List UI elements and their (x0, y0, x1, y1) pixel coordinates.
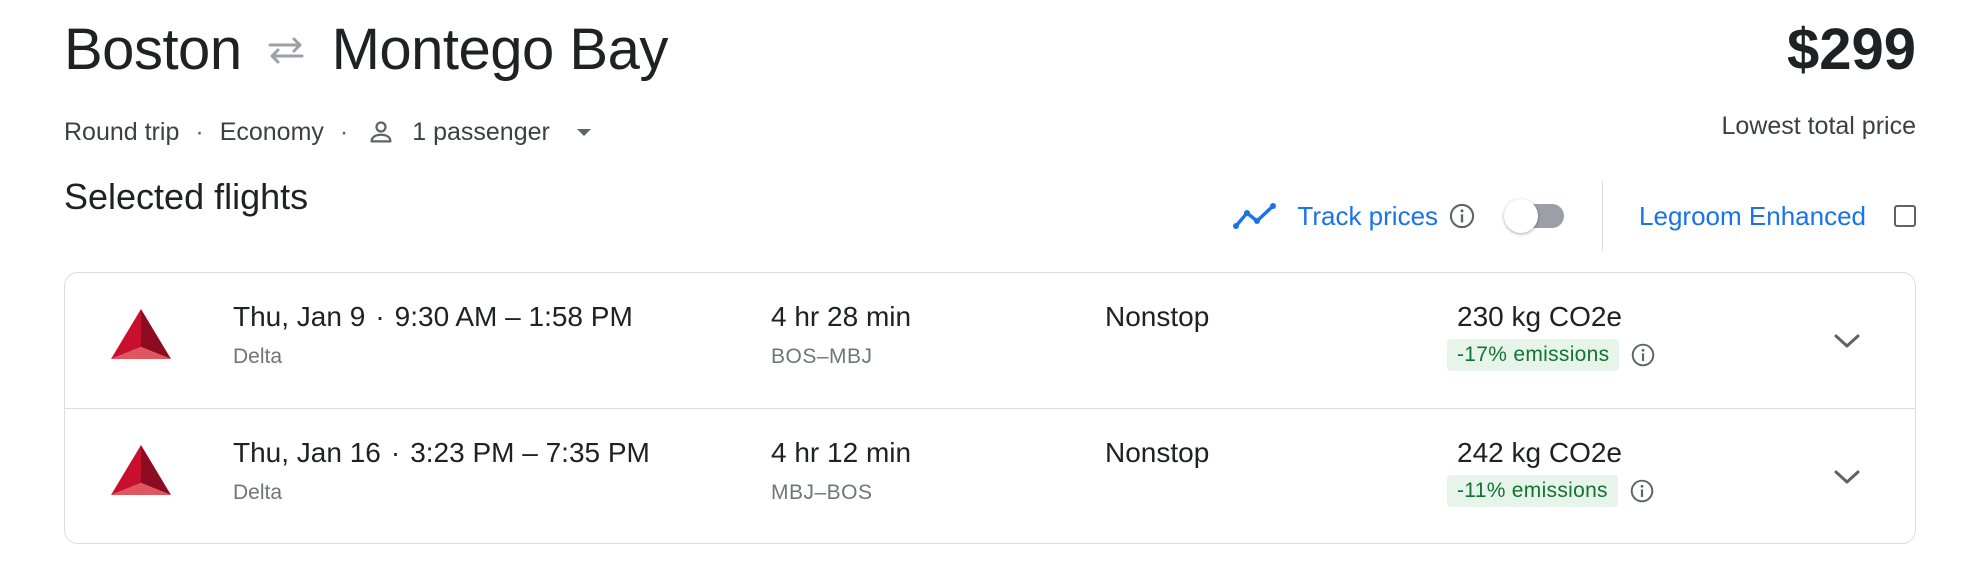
date-time: Thu, Jan 16 · 3:23 PM – 7:35 PM (233, 437, 650, 469)
chevron-down-icon[interactable] (1827, 457, 1867, 497)
separator-dot: · (339, 117, 349, 146)
co2-value: 242 kg CO2e (1457, 437, 1622, 468)
info-icon[interactable] (1628, 477, 1656, 505)
separator-dot: · (195, 117, 204, 146)
airport-codes: MBJ–BOS (771, 481, 873, 504)
route-title: Boston Montego Bay (64, 14, 668, 86)
flight-date: Thu, Jan 9 (233, 301, 366, 332)
caret-down-icon[interactable] (570, 118, 598, 146)
info-icon[interactable] (1448, 202, 1476, 230)
price-label: Lowest total price (1721, 112, 1916, 140)
flight-row-return[interactable]: Thu, Jan 16 · 3:23 PM – 7:35 PM Delta 4 hr… (65, 408, 1915, 543)
section-title: Selected flights (64, 176, 309, 217)
legroom-enhanced-label[interactable]: Legroom Enhanced (1639, 201, 1866, 232)
selected-flights-list: Thu, Jan 9 · 9:30 AM – 1:58 PM Delta 4 hr … (64, 272, 1916, 544)
airport-codes: BOS–MBJ (771, 345, 873, 368)
flight-date: Thu, Jan 16 (233, 437, 381, 468)
cabin-class: Economy (219, 117, 324, 146)
delta-logo (111, 445, 171, 495)
airline-name: Delta (233, 345, 283, 368)
track-prices-label[interactable]: Track prices (1297, 201, 1438, 232)
info-icon[interactable] (1629, 341, 1657, 369)
flight-duration: 4 hr 28 min (771, 301, 912, 332)
date-time: Thu, Jan 9 · 9:30 AM – 1:58 PM (233, 301, 633, 333)
emissions-badge: -17% emissions (1447, 339, 1620, 371)
stops: Nonstop (1105, 437, 1210, 468)
person-icon (364, 115, 398, 149)
stops: Nonstop (1105, 301, 1210, 332)
flight-times: 9:30 AM – 1:58 PM (394, 301, 633, 332)
chevron-down-icon[interactable] (1827, 321, 1867, 361)
price-block: $299 Lowest total price (1721, 14, 1916, 141)
emissions-badge: -11% emissions (1447, 475, 1618, 507)
passenger-count[interactable]: 1 passenger (412, 118, 550, 147)
trip-meta: Round trip · Economy · 1 passenger (64, 112, 598, 152)
lowest-price: $299 (1786, 17, 1916, 82)
flight-duration: 4 hr 12 min (771, 437, 912, 468)
track-prices-toggle[interactable] (1504, 199, 1566, 233)
track-prices[interactable]: Track prices (1233, 201, 1476, 232)
origin-city: Boston (64, 17, 242, 82)
trip-type: Round trip (64, 117, 180, 146)
emissions-wrap: -17% emissions (1447, 339, 1657, 371)
co2-value: 230 kg CO2e (1457, 301, 1622, 332)
legroom-checkbox[interactable] (1894, 205, 1916, 227)
trip-header: Boston Montego Bay Round trip · Economy … (64, 14, 1916, 146)
swap-arrows-icon (262, 30, 310, 70)
airline-name: Delta (233, 481, 283, 504)
flight-row-outbound[interactable]: Thu, Jan 9 · 9:30 AM – 1:58 PM Delta 4 hr … (65, 273, 1915, 408)
trending-line-icon (1233, 203, 1277, 229)
delta-logo (111, 309, 171, 359)
emissions-wrap: -11% emissions (1447, 475, 1656, 507)
vertical-divider (1602, 181, 1604, 251)
separator-dot: · (390, 437, 401, 468)
destination-city: Montego Bay (331, 17, 669, 82)
toggle-knob (1504, 199, 1539, 233)
flight-times: 3:23 PM – 7:35 PM (410, 437, 650, 468)
flight-controls: Track prices Legroom Enhanced (1233, 176, 1916, 256)
separator-dot: · (375, 301, 385, 332)
